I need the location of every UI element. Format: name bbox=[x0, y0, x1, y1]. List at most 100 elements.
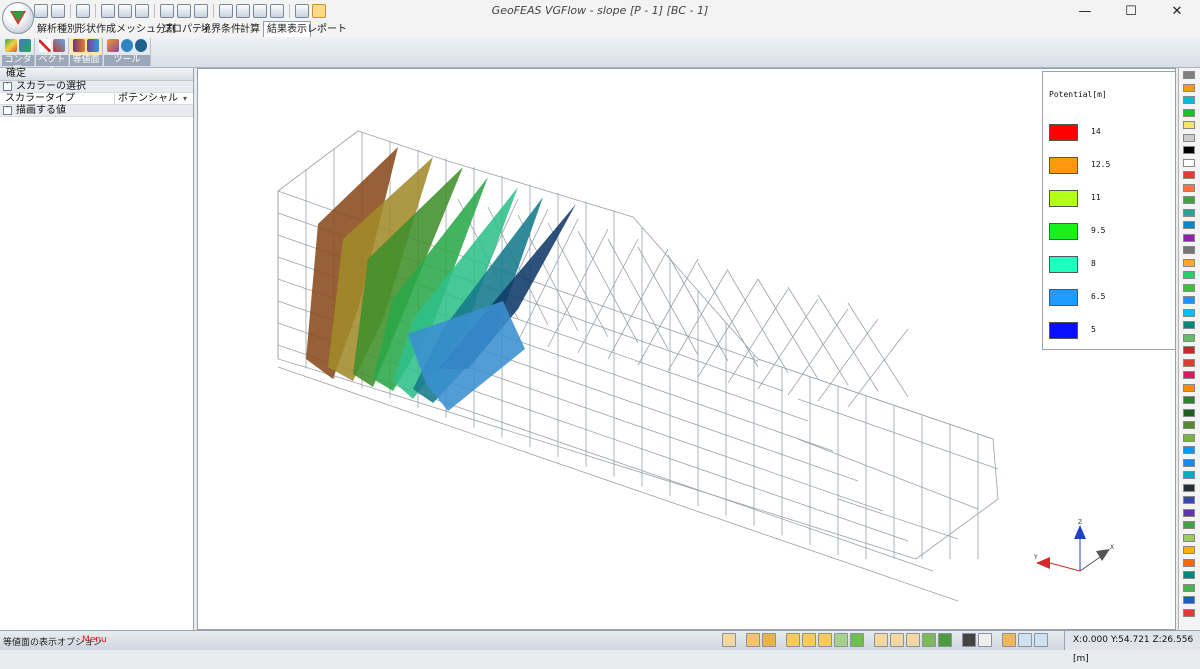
3d-viewport[interactable]: Z Y X Potential[m] 14 12.5 11 9.5 8 6.5 5 bbox=[197, 68, 1176, 630]
edge-icon[interactable] bbox=[818, 633, 832, 647]
scalar-type-select[interactable]: ポテンシャル ▾ bbox=[114, 93, 190, 104]
palette-color-swatch[interactable] bbox=[1183, 246, 1195, 254]
select-edge-icon[interactable] bbox=[890, 633, 904, 647]
palette-color-swatch[interactable] bbox=[1183, 271, 1195, 279]
mesh-display-icon[interactable] bbox=[938, 633, 952, 647]
mesh-line bbox=[787, 308, 849, 396]
palette-color-swatch[interactable] bbox=[1183, 558, 1195, 567]
contour-settings-icon bbox=[19, 39, 31, 52]
close-button[interactable]: ✕ bbox=[1154, 0, 1200, 22]
palette-color-swatch[interactable] bbox=[1183, 608, 1195, 617]
palette-color-swatch[interactable] bbox=[1183, 596, 1195, 604]
category-draw-values[interactable]: ˆ 描画する値 bbox=[0, 105, 193, 117]
palette-color-swatch[interactable] bbox=[1183, 96, 1195, 104]
grid-icon[interactable] bbox=[722, 633, 736, 647]
ribbon-group-isosurface[interactable]: 等値面 bbox=[70, 38, 103, 66]
palette-color-swatch[interactable] bbox=[1183, 346, 1195, 354]
category-scalar-selection[interactable]: ˇ スカラーの選択 bbox=[0, 81, 193, 93]
palette-color-swatch[interactable] bbox=[1183, 496, 1195, 504]
palette-color-swatch[interactable] bbox=[1183, 233, 1195, 242]
palette-color-swatch[interactable] bbox=[1183, 146, 1195, 154]
legend-swatch bbox=[1049, 322, 1078, 339]
mesh-line bbox=[757, 298, 819, 390]
layout-icon[interactable] bbox=[1002, 633, 1016, 647]
palette-color-swatch[interactable] bbox=[1183, 221, 1195, 229]
palette-color-swatch[interactable] bbox=[1183, 208, 1195, 217]
palette-color-swatch[interactable] bbox=[1183, 71, 1195, 79]
tab-compute[interactable]: 計算 bbox=[237, 22, 263, 37]
palette-color-swatch[interactable] bbox=[1183, 458, 1195, 467]
palette-color-swatch[interactable] bbox=[1183, 396, 1195, 404]
expand-icon[interactable]: ˆ bbox=[3, 106, 12, 115]
axis-x-icon bbox=[1096, 549, 1110, 561]
mesh-line bbox=[847, 302, 909, 398]
select-face-icon[interactable] bbox=[906, 633, 920, 647]
collapse-icon[interactable]: ˇ bbox=[3, 82, 12, 91]
dropdown-arrow-icon[interactable]: ▾ bbox=[183, 93, 187, 104]
select-node-icon[interactable] bbox=[874, 633, 888, 647]
palette-color-swatch[interactable] bbox=[1183, 533, 1195, 542]
palette-color-swatch[interactable] bbox=[1183, 108, 1195, 117]
display-mode-icon[interactable] bbox=[746, 633, 760, 647]
document-icon[interactable] bbox=[978, 633, 992, 647]
app-logo-button[interactable] bbox=[2, 2, 34, 34]
window-icon[interactable] bbox=[1018, 633, 1032, 647]
monitor-icon[interactable] bbox=[962, 633, 976, 647]
palette-color-swatch[interactable] bbox=[1183, 283, 1195, 292]
palette-color-swatch[interactable] bbox=[1183, 446, 1195, 454]
status-menu-link[interactable]: Menu bbox=[82, 635, 107, 645]
palette-color-swatch[interactable] bbox=[1183, 358, 1195, 367]
palette-color-swatch[interactable] bbox=[1183, 546, 1195, 554]
palette-color-swatch[interactable] bbox=[1183, 83, 1195, 92]
palette-color-swatch[interactable] bbox=[1183, 583, 1195, 592]
axis-y-icon bbox=[1036, 557, 1050, 569]
color-palette[interactable] bbox=[1178, 68, 1200, 630]
palette-color-swatch[interactable] bbox=[1183, 521, 1195, 529]
legend-item: 8 bbox=[1049, 256, 1169, 274]
ribbon-group-vector[interactable]: ベクトル bbox=[36, 38, 69, 76]
status-bar: 等値面の表示オプション Menu X:0.000 Y:54.721 Z:26.5… bbox=[0, 630, 1200, 664]
palette-color-swatch[interactable] bbox=[1183, 421, 1195, 429]
property-scalar-type[interactable]: スカラータイプ ポテンシャル ▾ bbox=[0, 93, 193, 105]
ribbon-group-tools[interactable]: ツール bbox=[104, 38, 151, 66]
palette-color-swatch[interactable] bbox=[1183, 133, 1195, 142]
legend-title: Potential[m] bbox=[1049, 90, 1107, 99]
apply-button[interactable]: 確定 bbox=[0, 68, 193, 81]
palette-color-swatch[interactable] bbox=[1183, 183, 1195, 192]
palette-color-swatch[interactable] bbox=[1183, 158, 1195, 167]
ribbon-group-contour[interactable]: コンタ図 bbox=[2, 38, 35, 76]
palette-color-swatch[interactable] bbox=[1183, 508, 1195, 517]
fit-view-icon[interactable] bbox=[762, 633, 776, 647]
palette-color-swatch[interactable] bbox=[1183, 196, 1195, 204]
palette-color-swatch[interactable] bbox=[1183, 296, 1195, 304]
solid-icon[interactable] bbox=[850, 633, 864, 647]
palette-color-swatch[interactable] bbox=[1183, 371, 1195, 379]
select-solid-icon[interactable] bbox=[922, 633, 936, 647]
palette-color-swatch[interactable] bbox=[1183, 321, 1195, 329]
palette-color-swatch[interactable] bbox=[1183, 571, 1195, 579]
line-icon[interactable] bbox=[802, 633, 816, 647]
node-icon[interactable] bbox=[786, 633, 800, 647]
palette-color-swatch[interactable] bbox=[1183, 121, 1195, 129]
face-icon[interactable] bbox=[834, 633, 848, 647]
palette-color-swatch[interactable] bbox=[1183, 171, 1195, 179]
ribbon: コンタ図 ベクトル 等値面 ツール bbox=[0, 37, 1200, 76]
palette-color-swatch[interactable] bbox=[1183, 383, 1195, 392]
tab-report[interactable]: レポート bbox=[304, 22, 350, 37]
palette-color-swatch[interactable] bbox=[1183, 308, 1195, 317]
palette-color-swatch[interactable] bbox=[1183, 433, 1195, 442]
mesh-line bbox=[277, 366, 959, 602]
palette-color-swatch[interactable] bbox=[1183, 408, 1195, 417]
color-legend: Potential[m] 14 12.5 11 9.5 8 6.5 5 bbox=[1042, 71, 1175, 350]
maximize-button[interactable]: ☐ bbox=[1108, 0, 1154, 22]
palette-color-swatch[interactable] bbox=[1183, 333, 1195, 342]
category-label: スカラーの選択 bbox=[16, 81, 86, 92]
palette-color-swatch[interactable] bbox=[1183, 471, 1195, 479]
palette-color-swatch[interactable] bbox=[1183, 483, 1195, 492]
palette-color-swatch[interactable] bbox=[1183, 258, 1195, 267]
mesh-view[interactable]: Z Y X bbox=[198, 69, 1176, 630]
palette-tool-icon bbox=[107, 39, 119, 52]
cascade-icon[interactable] bbox=[1034, 633, 1048, 647]
minimize-button[interactable]: — bbox=[1062, 0, 1108, 22]
legend-swatch bbox=[1049, 256, 1078, 273]
